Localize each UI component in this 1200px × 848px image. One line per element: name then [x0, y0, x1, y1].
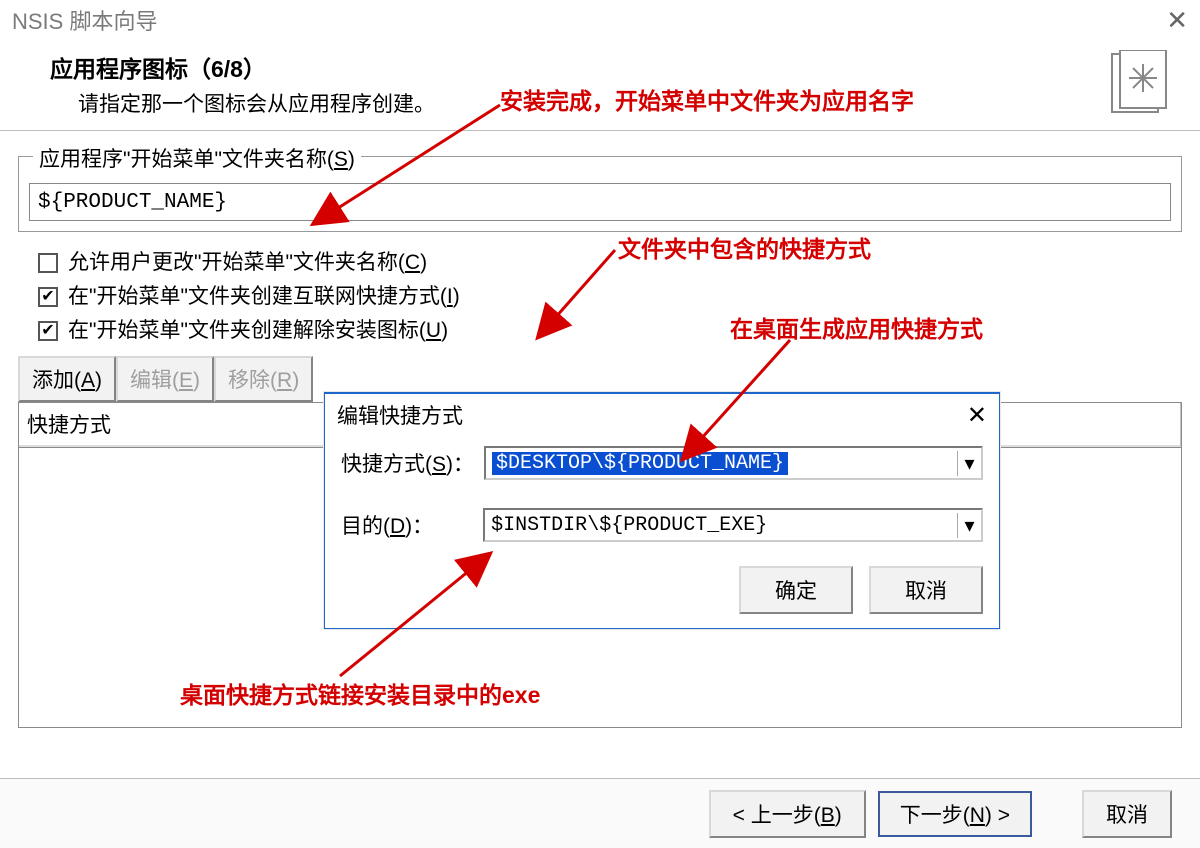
window-title: NSIS 脚本向导	[12, 4, 157, 36]
wizard-header: 应用程序图标（6/8） 请指定那一个图标会从应用程序创建。	[0, 40, 1200, 124]
wizard-icon	[1108, 50, 1170, 120]
close-icon[interactable]: ✕	[1166, 5, 1188, 36]
page-title: 应用程序图标（6/8）	[50, 50, 1160, 84]
start-menu-groupbox: 应用程序"开始菜单"文件夹名称(S) ${PRODUCT_NAME}	[18, 156, 1182, 232]
edit-button[interactable]: 编辑(E)	[116, 356, 214, 402]
checkbox-internet-shortcut[interactable]: ✔ 在"开始菜单"文件夹创建互联网快捷方式(I)	[38, 280, 1170, 314]
back-button[interactable]: < 上一步(B)	[709, 790, 866, 838]
shortcut-label: 快捷方式(S)：	[341, 448, 474, 478]
edit-shortcut-dialog: 编辑快捷方式 ✕ 快捷方式(S)： $DESKTOP\${PRODUCT_NAM…	[324, 392, 1000, 629]
options-checkboxes: 允许用户更改"开始菜单"文件夹名称(C) ✔ 在"开始菜单"文件夹创建互联网快捷…	[38, 246, 1170, 348]
target-combobox[interactable]: $INSTDIR\${PRODUCT_EXE} ▾	[483, 508, 983, 542]
cancel-button[interactable]: 取消	[1082, 790, 1172, 838]
wizard-buttons: < 上一步(B) 下一步(N) > 取消	[0, 778, 1200, 848]
target-value: $INSTDIR\${PRODUCT_EXE}	[491, 514, 767, 537]
remove-button[interactable]: 移除(R)	[214, 356, 313, 402]
dialog-ok-button[interactable]: 确定	[739, 566, 853, 614]
checkbox-icon	[38, 253, 58, 273]
dialog-titlebar: 编辑快捷方式 ✕	[325, 394, 999, 436]
add-button[interactable]: 添加(A)	[18, 356, 116, 402]
target-label: 目的(D)：	[341, 510, 433, 540]
titlebar: NSIS 脚本向导 ✕	[0, 0, 1200, 40]
folder-name-input[interactable]: ${PRODUCT_NAME}	[29, 183, 1171, 221]
dialog-title: 编辑快捷方式	[337, 400, 463, 430]
shortcut-value: $DESKTOP\${PRODUCT_NAME}	[492, 452, 788, 475]
checkbox-allow-rename[interactable]: 允许用户更改"开始菜单"文件夹名称(C)	[38, 246, 1170, 280]
next-button[interactable]: 下一步(N) >	[878, 791, 1032, 837]
shortcut-combobox[interactable]: $DESKTOP\${PRODUCT_NAME} ▾	[484, 446, 983, 480]
dialog-cancel-button[interactable]: 取消	[869, 566, 983, 614]
checkbox-uninstall-icon[interactable]: ✔ 在"开始菜单"文件夹创建解除安装图标(U)	[38, 314, 1170, 348]
dialog-close-icon[interactable]: ✕	[967, 401, 987, 430]
checkbox-icon: ✔	[38, 287, 58, 307]
chevron-down-icon[interactable]: ▾	[957, 451, 981, 476]
page-subtitle: 请指定那一个图标会从应用程序创建。	[78, 88, 1160, 118]
chevron-down-icon[interactable]: ▾	[957, 513, 981, 538]
checkbox-icon: ✔	[38, 321, 58, 341]
group-legend: 应用程序"开始菜单"文件夹名称(S)	[33, 143, 361, 173]
